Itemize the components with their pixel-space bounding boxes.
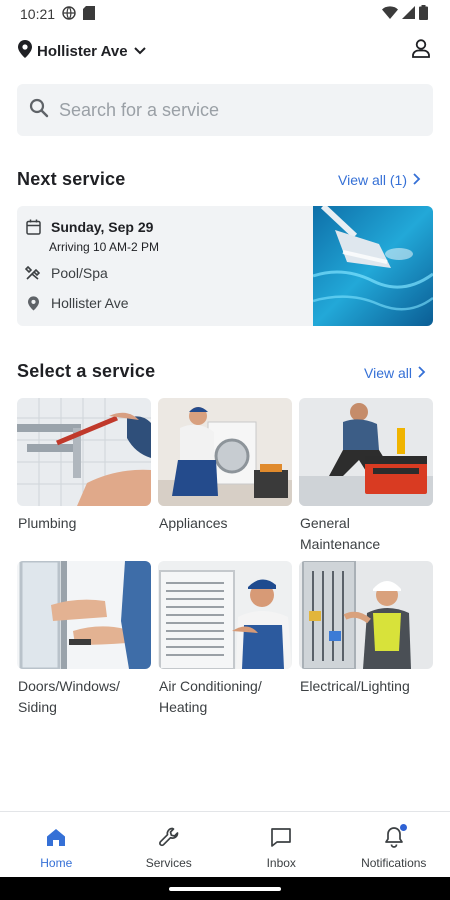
pool-cleaning-image [313,206,433,326]
service-address: Hollister Ave [51,295,129,311]
chat-bubble-icon [268,824,294,850]
bottom-nav: Home Services Inbox Notifications [0,811,450,877]
select-service-title: Select a service [17,361,156,381]
tile-label: General Maintenance [300,515,381,552]
tile-label: Doors/Windows/ Siding [18,678,120,715]
location-pin-icon [18,40,32,62]
nav-label: Home [40,856,73,870]
calendar-icon [25,219,41,235]
doors-windows-image [17,561,151,669]
search-bar[interactable] [17,84,433,136]
battery-icon [419,5,428,23]
appliances-image [158,398,292,506]
home-icon [43,824,69,850]
next-service-view-all-link[interactable]: View all (1) [338,172,421,188]
view-all-label: View all (1) [338,172,407,188]
profile-button[interactable] [408,38,434,64]
card-date-row: Sunday, Sep 29 [25,219,153,235]
arrival-window: Arriving 10 AM-2 PM [49,240,160,254]
service-type: Pool/Spa [51,265,108,281]
nav-item-notifications[interactable]: Notifications [338,812,450,877]
service-date: Sunday, Sep 29 [51,219,154,235]
nav-label: Notifications [361,856,427,870]
gesture-bar [0,877,450,900]
globe-icon [62,5,76,23]
location-label: Hollister Ave [37,42,128,60]
location-selector[interactable]: Hollister Ave [18,40,147,62]
bell-icon [381,824,407,850]
service-tile-appliances[interactable]: Appliances [158,398,292,534]
view-all-label: View all [364,365,412,381]
status-left: 10:21 [20,5,96,23]
air-conditioning-image [158,561,292,669]
nav-label: Services [145,856,192,870]
cell-signal-icon [402,6,415,22]
tile-label: Air Conditioning/ Heating [159,678,262,715]
notification-badge [399,824,407,831]
electrical-image [299,561,433,669]
home-gesture-handle[interactable] [169,886,281,891]
status-right [382,5,428,23]
search-icon [29,98,49,123]
plumbing-image [17,398,151,506]
chevron-right-icon [411,172,421,188]
location-bar: Hollister Ave [18,38,434,64]
search-input[interactable] [59,99,399,121]
tile-label: Electrical/Lighting [300,678,410,694]
services-view-all-link[interactable]: View all [364,365,426,381]
service-tile-electrical-lighting[interactable]: Electrical/Lighting [299,561,433,697]
wifi-icon [382,6,398,22]
nav-item-home[interactable]: Home [0,812,113,877]
service-tile-doors-windows-siding[interactable]: Doors/Windows/ Siding [17,561,151,718]
tools-icon [25,265,41,281]
location-pin-icon [25,295,41,311]
tile-label: Plumbing [18,515,77,531]
card-service-row: Pool/Spa [25,265,108,281]
service-tile-plumbing[interactable]: Plumbing [17,398,151,534]
nav-label: Inbox [266,856,296,870]
nav-item-inbox[interactable]: Inbox [225,812,338,877]
general-maintenance-image [299,398,433,506]
next-service-card[interactable]: Sunday, Sep 29 Arriving 10 AM-2 PM Pool/… [17,206,433,326]
tile-label: Appliances [159,515,228,531]
sd-card-icon [83,5,96,23]
status-bar: 10:21 [0,0,450,28]
status-time: 10:21 [20,6,56,22]
service-tile-air-conditioning-heating[interactable]: Air Conditioning/ Heating [158,561,292,718]
next-service-title: Next service [17,169,126,189]
chevron-right-icon [416,365,426,381]
card-address-row: Hollister Ave [25,295,129,311]
user-icon [412,39,430,63]
nav-item-services[interactable]: Services [113,812,226,877]
service-tile-general-maintenance[interactable]: General Maintenance [299,398,433,555]
wrench-icon [156,824,182,850]
chevron-down-icon [133,43,147,60]
